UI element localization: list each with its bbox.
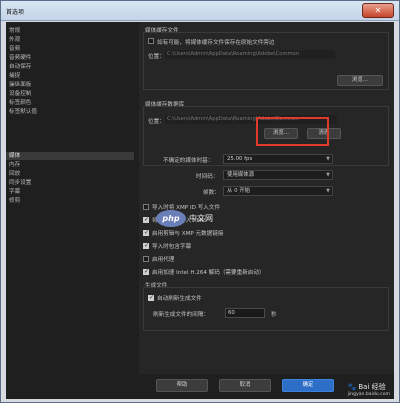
close-icon: ✕ (374, 6, 382, 15)
intel-h264-decode-checkbox[interactable] (143, 268, 149, 275)
cache-files-location-label: 位置： (148, 54, 165, 60)
cache-files-path: C:\Users\Admin\AppData\Roaming\Adobe\Com… (165, 50, 335, 59)
save-cache-next-to-originals-checkbox[interactable] (148, 38, 154, 44)
frame-rate-select[interactable]: 25.00 fps ▼ (223, 154, 333, 164)
sidebar-item-device-control[interactable]: 设备控制 (6, 90, 134, 98)
sidebar-item-capture[interactable]: 捕捉 (6, 72, 134, 80)
baidu-watermark: 🐾 Bai 经验 jingyan.baidu.com (348, 382, 390, 397)
write-clip-markers-checkbox[interactable] (143, 216, 149, 223)
chevron-down-icon: ▼ (326, 172, 330, 178)
frame-number-select[interactable]: 从 0 开始 ▼ (223, 186, 333, 196)
cache-files-browse-button[interactable]: 浏览... (337, 75, 383, 86)
cache-db-location-label: 位置： (148, 119, 165, 125)
write-xmp-id-checkbox[interactable] (143, 204, 149, 210)
timecode-value: 使用媒体源 (227, 172, 254, 178)
watermark-main: Bai 经验 (358, 383, 386, 391)
sidebar-item-audio-hardware[interactable]: 音频硬件 (6, 54, 134, 62)
chevron-down-icon: ▼ (326, 188, 330, 194)
include-captions-checkbox[interactable] (143, 242, 149, 249)
paw-icon: 🐾 (347, 383, 357, 391)
dialog-body: 常规 外观 音频 音频硬件 自动保存 捕捉 操纵面板 设备控制 标签颜色 标签默… (6, 22, 394, 399)
frame-number-label: 帧数： (203, 190, 220, 196)
sidebar-item-audio[interactable]: 音频 (6, 45, 134, 53)
close-button[interactable]: ✕ (362, 3, 394, 18)
sidebar-item-playback[interactable]: 回放 (6, 170, 134, 178)
php-logo: php (156, 210, 186, 227)
sidebar-item-trim[interactable]: 修剪 (6, 197, 134, 205)
write-xmp-id-label: 导入时将 XMP ID 写入文件 (152, 205, 221, 211)
save-cache-next-to-originals-label: 如有可能，将媒体缓存文件保存在原始文件旁边 (157, 40, 275, 46)
preferences-dialog: 首选项 ✕ 常规 外观 音频 音频硬件 自动保存 捕捉 操纵面板 设备控制 标签… (0, 0, 400, 403)
dialog-footer: 帮助 取消 确定 🐾 Bai 经验 jingyan.baidu.com (6, 374, 394, 399)
php-logo-caption: 中文网 (189, 214, 213, 223)
annotation-highlight-box (256, 117, 329, 146)
chevron-down-icon: ▼ (326, 156, 330, 162)
enable-proxies-label: 启用代理 (152, 257, 175, 263)
timecode-label: 时间码： (196, 174, 219, 180)
sidebar-item-label-defaults[interactable]: 标签默认值 (6, 108, 134, 116)
sidebar-item-sync-settings[interactable]: 同步设置 (6, 179, 134, 187)
enable-xmp-link-label: 启用剪辑与 XMP 元数据链接 (152, 231, 224, 237)
media-settings-panel: 媒体缓存文件 如有可能，将媒体缓存文件保存在原始文件旁边 位置： C:\User… (139, 22, 394, 374)
frame-number-value: 从 0 开始 (227, 188, 251, 194)
title-bar[interactable]: 首选项 ✕ (1, 1, 399, 21)
timecode-select[interactable]: 使用媒体源 ▼ (223, 170, 333, 180)
sidebar-item-auto-save[interactable]: 自动保存 (6, 63, 134, 71)
refresh-interval-input[interactable]: 60 (225, 308, 265, 318)
ok-button[interactable]: 确定 (282, 379, 334, 392)
refresh-interval-label: 刷新生成文件的间隔： (153, 312, 209, 318)
frame-rate-value: 25.00 fps (227, 156, 253, 162)
sidebar-item-control-surface[interactable]: 操纵面板 (6, 81, 134, 89)
sidebar-item-memory[interactable]: 内存 (6, 161, 134, 169)
window-title: 首选项 (6, 9, 25, 16)
frame-rate-label: 不确定的媒体时基： (163, 158, 214, 164)
auto-refresh-growing-label: 自动刷新生成文件 (157, 296, 202, 302)
sidebar-item-general[interactable]: 常规 (6, 27, 134, 35)
watermark-sub: jingyan.baidu.com (347, 392, 390, 397)
auto-refresh-growing-checkbox[interactable] (148, 294, 154, 301)
sidebar-item-captions[interactable]: 字幕 (6, 188, 134, 196)
enable-xmp-link-checkbox[interactable] (143, 229, 149, 236)
help-button[interactable]: 帮助 (156, 379, 208, 392)
cancel-button[interactable]: 取消 (219, 379, 271, 392)
refresh-interval-unit: 秒 (271, 312, 277, 318)
intel-h264-decode-label: 启用加速 Intel H.264 解码（需要重新启动） (152, 270, 265, 276)
sidebar-item-appearance[interactable]: 外观 (6, 36, 134, 44)
include-captions-label: 导入时包含字幕 (152, 244, 192, 250)
sidebar-item-media[interactable]: 媒体 (6, 152, 134, 160)
enable-proxies-checkbox[interactable] (143, 256, 149, 262)
sidebar-item-label-colors[interactable]: 标签颜色 (6, 99, 134, 107)
category-sidebar: 常规 外观 音频 音频硬件 自动保存 捕捉 操纵面板 设备控制 标签颜色 标签默… (6, 22, 134, 374)
